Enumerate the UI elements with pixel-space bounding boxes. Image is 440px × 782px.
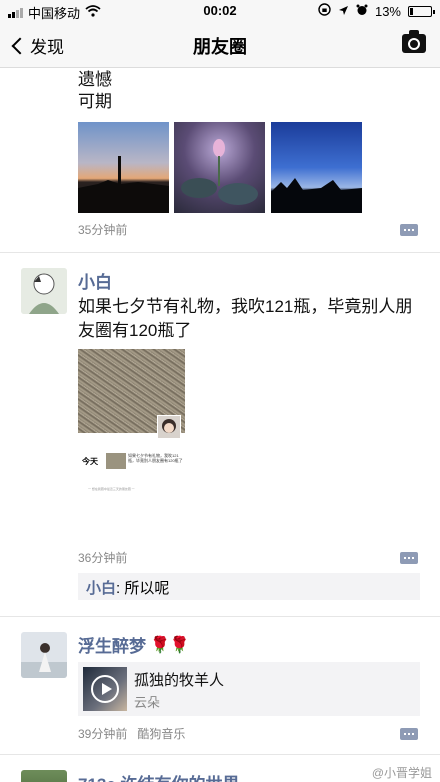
author-row: 浮生醉梦 🌹🌹 [78,632,190,657]
battery-percent: 13% [374,3,401,19]
screenshot-post-text: 如果七夕节有礼物，我吹121瓶，毕竟别人朋友圈有120瓶了 [128,453,183,463]
screenshot-footer: 一 想在我圈中最近三天的朋友圈 一 [88,487,135,491]
avatar[interactable] [21,268,67,314]
comment-author[interactable]: 小白 [86,580,116,597]
post-text-line: 可期 [78,92,112,111]
comment-text: 所以呢 [124,580,170,597]
post-image-dusk[interactable] [271,122,362,213]
author-name[interactable]: 小白 [78,268,112,293]
status-right: 13% [318,3,435,19]
post-3: 浮生醉梦 🌹🌹 孤独的牧羊人 云朵 39分钟前 酷狗音乐 [0,617,440,753]
post-time: 35分钟前 [78,223,128,237]
play-icon[interactable] [91,675,119,703]
avatar[interactable] [21,632,67,678]
music-artist: 云朵 [134,695,161,710]
screenshot-thumb [106,453,126,469]
post-image-sunset[interactable] [78,122,169,213]
screenshot-today-label: 今天 [82,457,98,466]
battery-icon [408,5,435,17]
location-icon [338,4,349,19]
more-options-button[interactable] [400,728,418,740]
status-bar: 中国移动 00:02 13% [0,0,440,22]
camera-icon[interactable] [402,30,426,53]
rotation-lock-icon [318,3,331,19]
post-source[interactable]: 酷狗音乐 [137,725,185,742]
music-title: 孤独的牧羊人 [134,672,225,689]
avatar[interactable] [21,770,67,782]
rose-emoji: 🌹🌹 [150,636,190,654]
screenshot-profile-thumb [157,415,181,439]
post-meta: 39分钟前 酷狗音乐 [78,725,185,742]
post-text: 如果七夕节有礼物，我吹121瓶，毕竟别人朋友圈有120瓶了 [78,297,413,340]
author-name[interactable]: 浮生醉梦 [78,632,146,657]
page-title: 朋友圈 [193,37,247,57]
nav-bar: 发现 朋友圈 [0,22,440,68]
post-time: 36分钟前 [78,551,128,565]
more-options-button[interactable] [400,552,418,564]
comment[interactable]: 小白: 所以呢 [78,573,420,600]
more-options-button[interactable] [400,224,418,236]
post-text-line: 遗憾 [78,70,112,89]
post-1: 遗憾 可期 35分钟前 [0,68,440,252]
album-cover [83,667,127,711]
moments-feed: 遗憾 可期 35分钟前 小白 如果七夕节有礼物，我吹121瓶，毕竟别人朋友圈有1… [0,68,440,782]
alarm-icon [356,4,368,19]
post-image-screenshot[interactable]: 今天 如果七夕节有礼物，我吹121瓶，毕竟别人朋友圈有120瓶了 一 想在我圈中… [78,349,185,499]
post-image-lotus[interactable] [174,122,265,213]
music-card[interactable]: 孤独的牧羊人 云朵 [78,662,420,716]
post-2: 小白 如果七夕节有礼物，我吹121瓶，毕竟别人朋友圈有120瓶了 今天 如果七夕… [0,253,440,616]
author-name[interactable]: 713e 许结有你的世界 [78,770,240,782]
watermark: @小晋学姐 [371,766,432,780]
post-time: 39分钟前 [78,727,128,741]
